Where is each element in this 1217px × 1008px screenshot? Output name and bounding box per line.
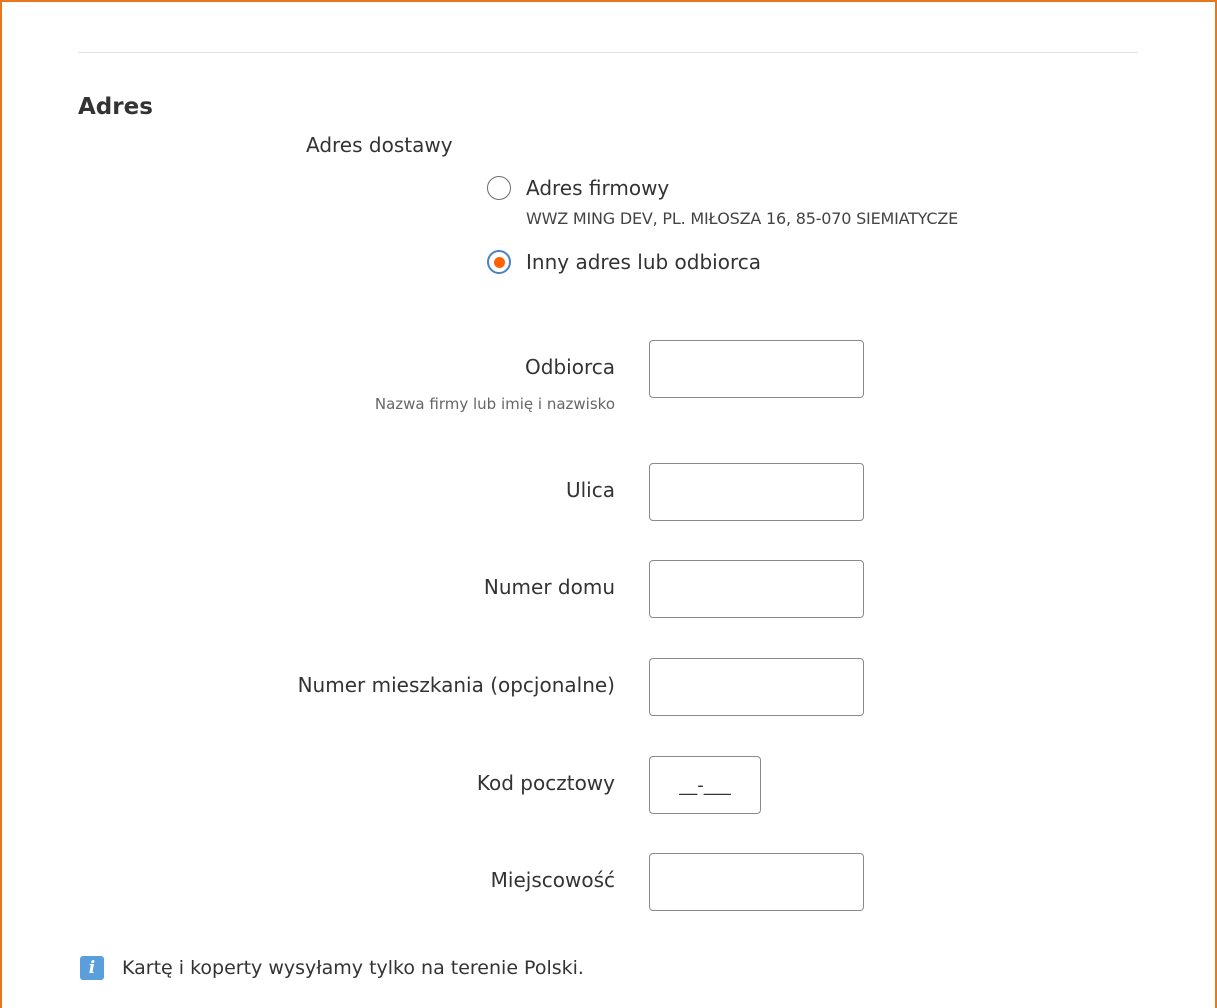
delivery-address-label: Adres dostawy (306, 133, 453, 157)
house-number-input[interactable] (649, 560, 864, 618)
city-input[interactable] (649, 853, 864, 911)
radio-option-label: Adres firmowy (526, 176, 670, 200)
shipping-notice-text: Kartę i koperty wysyłamy tylko na tereni… (122, 957, 584, 979)
apartment-number-input[interactable] (649, 658, 864, 716)
recipient-hint: Nazwa firmy lub imię i nazwisko (374, 395, 615, 413)
postal-code-label: Kod pocztowy (476, 771, 615, 795)
street-label: Ulica (565, 478, 615, 502)
radio-checked-icon[interactable] (487, 250, 511, 274)
apartment-number-label: Numer mieszkania (opcjonalne) (297, 673, 615, 697)
street-input[interactable] (649, 463, 864, 521)
house-number-label: Numer domu (483, 575, 615, 599)
section-title: Adres (78, 94, 153, 120)
city-label: Miejscowość (490, 868, 615, 892)
recipient-label: Odbiorca (525, 355, 615, 379)
radio-option-other-address[interactable]: Inny adres lub odbiorca (487, 250, 761, 274)
radio-option-company-address[interactable]: Adres firmowy (487, 176, 669, 200)
recipient-input[interactable] (649, 340, 864, 398)
shipping-notice: i Kartę i koperty wysyłamy tylko na tere… (80, 956, 584, 980)
radio-option-label: Inny adres lub odbiorca (526, 250, 761, 274)
postal-code-input[interactable] (649, 756, 761, 814)
divider (78, 52, 1138, 53)
info-icon: i (80, 956, 104, 980)
radio-unchecked-icon[interactable] (487, 176, 511, 200)
form-panel (0, 0, 1217, 1008)
company-address-text: WWZ MING DEV, PL. MIŁOSZA 16, 85-070 SIE… (526, 209, 959, 228)
